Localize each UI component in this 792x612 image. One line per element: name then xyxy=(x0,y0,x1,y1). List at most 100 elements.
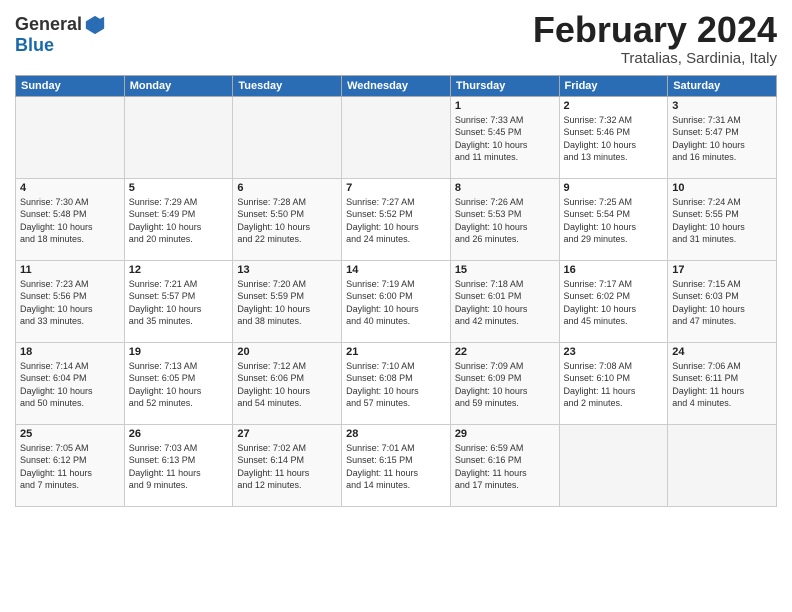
day-number: 17 xyxy=(672,264,772,276)
weekday-header-sunday: Sunday xyxy=(16,75,125,96)
day-info: Sunrise: 7:20 AM Sunset: 5:59 PM Dayligh… xyxy=(237,278,337,328)
calendar-cell: 21Sunrise: 7:10 AM Sunset: 6:08 PM Dayli… xyxy=(342,342,451,424)
day-number: 15 xyxy=(455,264,555,276)
calendar-cell: 7 Sunrise: 7:27 AM Sunset: 5:52 PM Daylig… xyxy=(342,178,451,260)
day-number: 9 xyxy=(564,182,664,194)
day-number: 16 xyxy=(564,264,664,276)
day-number: 22 xyxy=(455,346,555,358)
day-number: 23 xyxy=(564,346,664,358)
logo: General Blue xyxy=(15,14,106,56)
calendar-cell: 8 Sunrise: 7:26 AM Sunset: 5:53 PM Daylig… xyxy=(450,178,559,260)
calendar-cell: 10 Sunrise: 7:24 AM Sunset: 5:55 PM Dayli… xyxy=(668,178,777,260)
day-number: 8 xyxy=(455,182,555,194)
calendar-cell xyxy=(16,96,125,178)
day-number: 28 xyxy=(346,428,446,440)
day-number: 14 xyxy=(346,264,446,276)
day-number: 18 xyxy=(20,346,120,358)
day-info: Sunrise: 7:30 AM Sunset: 5:48 PM Dayligh… xyxy=(20,196,120,246)
day-info: Sunrise: 7:01 AM Sunset: 6:15 PM Dayligh… xyxy=(346,442,446,492)
logo-icon xyxy=(84,14,106,36)
weekday-header-tuesday: Tuesday xyxy=(233,75,342,96)
day-info: Sunrise: 7:08 AM Sunset: 6:10 PM Dayligh… xyxy=(564,360,664,410)
day-info: Sunrise: 7:31 AM Sunset: 5:47 PM Dayligh… xyxy=(672,114,772,164)
day-number: 24 xyxy=(672,346,772,358)
calendar-cell: 18 Sunrise: 7:14 AM Sunset: 6:04 PM Dayli… xyxy=(16,342,125,424)
calendar-week-1: 4Sunrise: 7:30 AM Sunset: 5:48 PM Daylig… xyxy=(16,178,777,260)
calendar-cell: 13 Sunrise: 7:20 AM Sunset: 5:59 PM Dayli… xyxy=(233,260,342,342)
calendar-cell: 24 Sunrise: 7:06 AM Sunset: 6:11 PM Dayli… xyxy=(668,342,777,424)
calendar-cell: 22 Sunrise: 7:09 AM Sunset: 6:09 PM Dayli… xyxy=(450,342,559,424)
day-number: 26 xyxy=(129,428,229,440)
calendar-table: SundayMondayTuesdayWednesdayThursdayFrid… xyxy=(15,75,777,507)
calendar-week-4: 25 Sunrise: 7:05 AM Sunset: 6:12 PM Dayli… xyxy=(16,424,777,506)
calendar-cell: 15Sunrise: 7:18 AM Sunset: 6:01 PM Dayli… xyxy=(450,260,559,342)
day-info: Sunrise: 7:19 AM Sunset: 6:00 PM Dayligh… xyxy=(346,278,446,328)
day-info: Sunrise: 7:03 AM Sunset: 6:13 PM Dayligh… xyxy=(129,442,229,492)
day-number: 11 xyxy=(20,264,120,276)
title-block: February 2024 Tratalias, Sardinia, Italy xyxy=(533,10,777,67)
day-number: 19 xyxy=(129,346,229,358)
day-number: 7 xyxy=(346,182,446,194)
day-info: Sunrise: 7:21 AM Sunset: 5:57 PM Dayligh… xyxy=(129,278,229,328)
day-info: Sunrise: 7:15 AM Sunset: 6:03 PM Dayligh… xyxy=(672,278,772,328)
day-number: 1 xyxy=(455,100,555,112)
day-info: Sunrise: 7:26 AM Sunset: 5:53 PM Dayligh… xyxy=(455,196,555,246)
calendar-cell: 1 Sunrise: 7:33 AM Sunset: 5:45 PM Daylig… xyxy=(450,96,559,178)
calendar-week-3: 18 Sunrise: 7:14 AM Sunset: 6:04 PM Dayli… xyxy=(16,342,777,424)
day-number: 25 xyxy=(20,428,120,440)
calendar-cell: 28 Sunrise: 7:01 AM Sunset: 6:15 PM Dayli… xyxy=(342,424,451,506)
calendar-cell: 4Sunrise: 7:30 AM Sunset: 5:48 PM Daylig… xyxy=(16,178,125,260)
calendar-cell: 17 Sunrise: 7:15 AM Sunset: 6:03 PM Dayli… xyxy=(668,260,777,342)
day-info: Sunrise: 7:13 AM Sunset: 6:05 PM Dayligh… xyxy=(129,360,229,410)
calendar-cell: 9 Sunrise: 7:25 AM Sunset: 5:54 PM Daylig… xyxy=(559,178,668,260)
day-info: Sunrise: 7:29 AM Sunset: 5:49 PM Dayligh… xyxy=(129,196,229,246)
day-number: 27 xyxy=(237,428,337,440)
calendar-cell xyxy=(668,424,777,506)
page-header: General Blue February 2024 Tratalias, Sa… xyxy=(15,10,777,67)
day-info: Sunrise: 7:06 AM Sunset: 6:11 PM Dayligh… xyxy=(672,360,772,410)
location: Tratalias, Sardinia, Italy xyxy=(533,50,777,67)
day-number: 20 xyxy=(237,346,337,358)
day-info: Sunrise: 7:25 AM Sunset: 5:54 PM Dayligh… xyxy=(564,196,664,246)
day-info: Sunrise: 7:27 AM Sunset: 5:52 PM Dayligh… xyxy=(346,196,446,246)
day-info: Sunrise: 7:17 AM Sunset: 6:02 PM Dayligh… xyxy=(564,278,664,328)
calendar-cell: 5Sunrise: 7:29 AM Sunset: 5:49 PM Daylig… xyxy=(124,178,233,260)
calendar-cell xyxy=(559,424,668,506)
calendar-cell xyxy=(342,96,451,178)
day-number: 10 xyxy=(672,182,772,194)
day-number: 13 xyxy=(237,264,337,276)
day-info: Sunrise: 7:28 AM Sunset: 5:50 PM Dayligh… xyxy=(237,196,337,246)
day-info: Sunrise: 7:33 AM Sunset: 5:45 PM Dayligh… xyxy=(455,114,555,164)
day-info: Sunrise: 7:05 AM Sunset: 6:12 PM Dayligh… xyxy=(20,442,120,492)
calendar-cell: 6Sunrise: 7:28 AM Sunset: 5:50 PM Daylig… xyxy=(233,178,342,260)
day-info: Sunrise: 7:14 AM Sunset: 6:04 PM Dayligh… xyxy=(20,360,120,410)
day-number: 3 xyxy=(672,100,772,112)
day-info: Sunrise: 7:12 AM Sunset: 6:06 PM Dayligh… xyxy=(237,360,337,410)
calendar-cell: 25 Sunrise: 7:05 AM Sunset: 6:12 PM Dayli… xyxy=(16,424,125,506)
day-info: Sunrise: 7:24 AM Sunset: 5:55 PM Dayligh… xyxy=(672,196,772,246)
calendar-cell xyxy=(233,96,342,178)
calendar-cell: 12 Sunrise: 7:21 AM Sunset: 5:57 PM Dayli… xyxy=(124,260,233,342)
day-info: Sunrise: 7:09 AM Sunset: 6:09 PM Dayligh… xyxy=(455,360,555,410)
calendar-cell: 11 Sunrise: 7:23 AM Sunset: 5:56 PM Dayli… xyxy=(16,260,125,342)
calendar-cell xyxy=(124,96,233,178)
calendar-cell: 20 Sunrise: 7:12 AM Sunset: 6:06 PM Dayli… xyxy=(233,342,342,424)
day-number: 12 xyxy=(129,264,229,276)
calendar-cell: 14 Sunrise: 7:19 AM Sunset: 6:00 PM Dayli… xyxy=(342,260,451,342)
logo-general-text: General xyxy=(15,15,82,35)
day-info: Sunrise: 7:10 AM Sunset: 6:08 PM Dayligh… xyxy=(346,360,446,410)
calendar-cell: 23 Sunrise: 7:08 AM Sunset: 6:10 PM Dayli… xyxy=(559,342,668,424)
weekday-header-friday: Friday xyxy=(559,75,668,96)
calendar-cell: 2 Sunrise: 7:32 AM Sunset: 5:46 PM Daylig… xyxy=(559,96,668,178)
calendar-week-0: 1 Sunrise: 7:33 AM Sunset: 5:45 PM Daylig… xyxy=(16,96,777,178)
day-info: Sunrise: 7:02 AM Sunset: 6:14 PM Dayligh… xyxy=(237,442,337,492)
day-info: Sunrise: 7:32 AM Sunset: 5:46 PM Dayligh… xyxy=(564,114,664,164)
calendar-cell: 16 Sunrise: 7:17 AM Sunset: 6:02 PM Dayli… xyxy=(559,260,668,342)
weekday-header-thursday: Thursday xyxy=(450,75,559,96)
weekday-header-wednesday: Wednesday xyxy=(342,75,451,96)
calendar-cell: 3 Sunrise: 7:31 AM Sunset: 5:47 PM Daylig… xyxy=(668,96,777,178)
day-info: Sunrise: 7:23 AM Sunset: 5:56 PM Dayligh… xyxy=(20,278,120,328)
day-number: 2 xyxy=(564,100,664,112)
logo-blue-text: Blue xyxy=(15,35,54,55)
calendar-cell: 26 Sunrise: 7:03 AM Sunset: 6:13 PM Dayli… xyxy=(124,424,233,506)
